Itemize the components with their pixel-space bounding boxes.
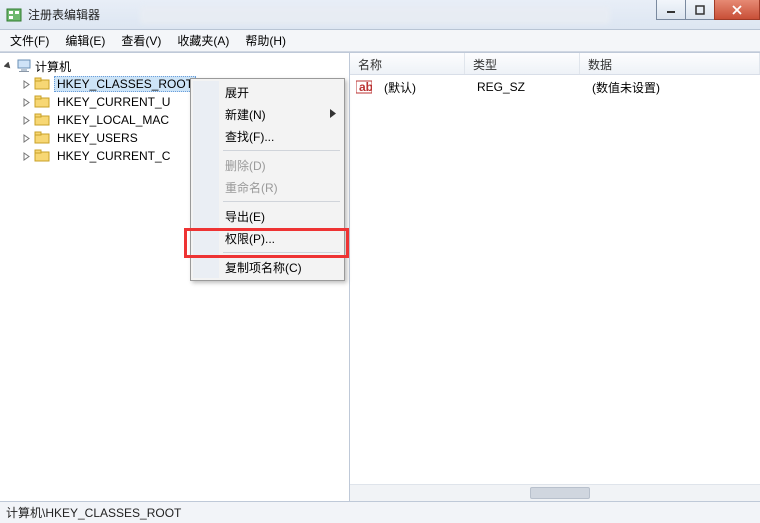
ctx-delete: 删除(D) xyxy=(193,154,342,176)
ctx-separator xyxy=(223,201,340,202)
tree-root-label: 计算机 xyxy=(32,57,74,76)
expand-icon[interactable] xyxy=(20,132,32,144)
window-title: 注册表编辑器 xyxy=(28,6,100,23)
expand-icon[interactable] xyxy=(20,150,32,162)
tree-item-label: HKEY_USERS xyxy=(54,130,141,146)
ctx-new[interactable]: 新建(N) xyxy=(193,103,342,125)
list-header: 名称 类型 数据 xyxy=(350,53,760,75)
ctx-copy-key-name[interactable]: 复制项名称(C) xyxy=(193,256,342,278)
tree-item-label: HKEY_CURRENT_C xyxy=(54,148,173,164)
folder-icon xyxy=(34,131,50,145)
expand-icon[interactable] xyxy=(20,78,32,90)
col-header-type[interactable]: 类型 xyxy=(465,53,580,74)
menu-view[interactable]: 查看(V) xyxy=(113,30,169,51)
menu-favorites[interactable]: 收藏夹(A) xyxy=(169,30,237,51)
ctx-find[interactable]: 查找(F)... xyxy=(193,125,342,147)
tree-root[interactable]: 计算机 xyxy=(2,57,347,75)
string-value-icon: ab xyxy=(356,80,372,94)
tree-item-label: HKEY_LOCAL_MAC xyxy=(54,112,172,128)
folder-icon xyxy=(34,95,50,109)
folder-icon xyxy=(34,77,50,91)
close-icon xyxy=(731,5,743,15)
titlebar: 注册表编辑器 xyxy=(0,0,760,30)
statusbar: 计算机\HKEY_CLASSES_ROOT xyxy=(0,501,760,523)
expand-icon[interactable] xyxy=(20,114,32,126)
ctx-separator xyxy=(223,150,340,151)
maximize-icon xyxy=(695,5,705,15)
folder-icon xyxy=(34,113,50,127)
close-button[interactable] xyxy=(714,0,760,20)
cell-name: (默认) xyxy=(376,79,469,96)
col-header-name[interactable]: 名称 xyxy=(350,53,465,74)
regedit-icon xyxy=(6,7,22,23)
menu-file[interactable]: 文件(F) xyxy=(2,30,57,51)
expand-icon[interactable] xyxy=(20,96,32,108)
status-path: 计算机\HKEY_CLASSES_ROOT xyxy=(6,504,181,521)
cell-data: (数值未设置) xyxy=(584,79,760,96)
scrollbar-thumb[interactable] xyxy=(530,487,590,499)
computer-icon xyxy=(16,59,32,73)
submenu-arrow-icon xyxy=(330,109,336,118)
collapse-icon[interactable] xyxy=(2,60,14,72)
menu-help[interactable]: 帮助(H) xyxy=(237,30,294,51)
ctx-separator xyxy=(223,252,340,253)
col-header-data[interactable]: 数据 xyxy=(580,53,760,74)
maximize-button[interactable] xyxy=(685,0,715,20)
list-row[interactable]: ab (默认) REG_SZ (数值未设置) xyxy=(350,78,760,96)
folder-icon xyxy=(34,149,50,163)
tree-item-label: HKEY_CLASSES_ROOT xyxy=(54,76,196,92)
minimize-icon xyxy=(666,5,676,15)
background-blur xyxy=(140,6,610,24)
svg-text:ab: ab xyxy=(359,80,372,94)
menubar: 文件(F) 编辑(E) 查看(V) 收藏夹(A) 帮助(H) xyxy=(0,30,760,52)
ctx-permissions[interactable]: 权限(P)... xyxy=(193,227,342,249)
main-split: 计算机 HKEY_CLASSES_ROOT HKEY_CURRENT_U HKE… xyxy=(0,52,760,501)
context-menu: 展开 新建(N) 查找(F)... 删除(D) 重命名(R) 导出(E) 权限(… xyxy=(190,78,345,281)
window-controls xyxy=(657,0,760,20)
ctx-rename: 重命名(R) xyxy=(193,176,342,198)
minimize-button[interactable] xyxy=(656,0,686,20)
ctx-new-label: 新建(N) xyxy=(225,106,266,123)
value-pane: 名称 类型 数据 ab (默认) REG_SZ (数值未设置) xyxy=(350,53,760,501)
list-body: ab (默认) REG_SZ (数值未设置) xyxy=(350,75,760,99)
ctx-export[interactable]: 导出(E) xyxy=(193,205,342,227)
tree-item-label: HKEY_CURRENT_U xyxy=(54,94,173,110)
ctx-expand[interactable]: 展开 xyxy=(193,81,342,103)
horizontal-scrollbar[interactable] xyxy=(350,484,760,501)
menu-edit[interactable]: 编辑(E) xyxy=(57,30,113,51)
cell-type: REG_SZ xyxy=(469,80,584,94)
